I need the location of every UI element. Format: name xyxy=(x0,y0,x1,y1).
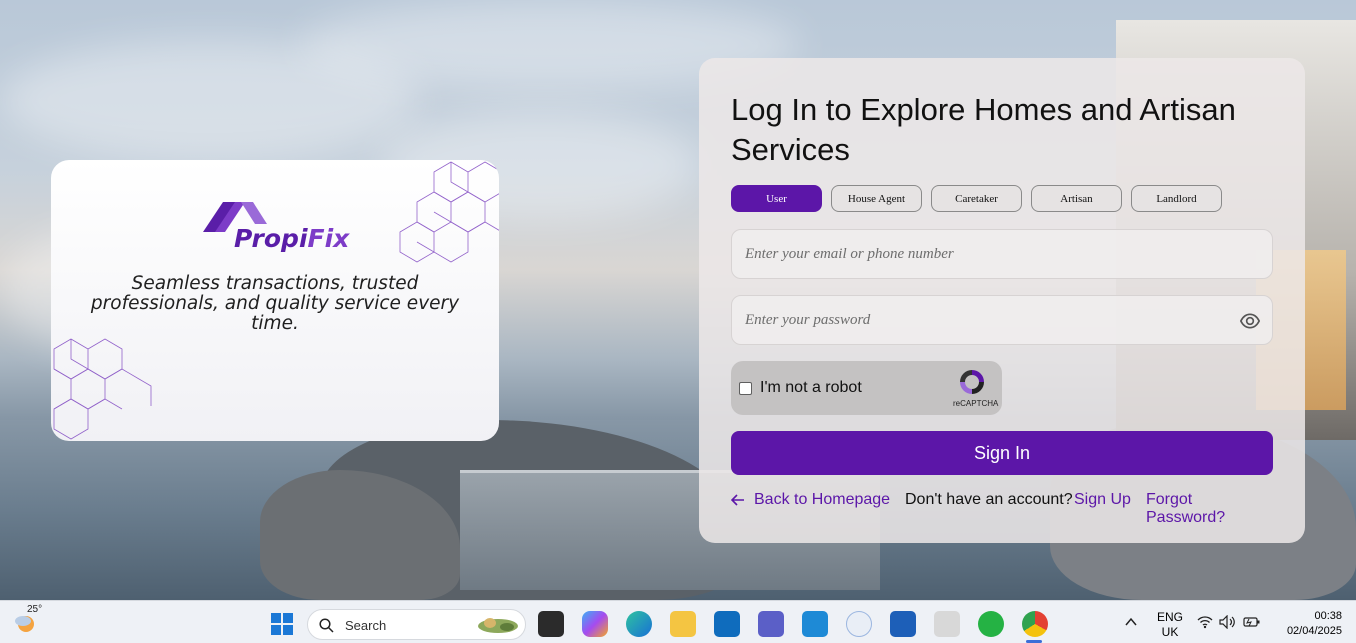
search-label: Search xyxy=(345,618,387,633)
sign-in-button[interactable]: Sign In xyxy=(731,431,1273,475)
chevron-up-icon[interactable] xyxy=(1124,615,1138,629)
search-icon xyxy=(319,618,334,633)
email-field-wrapper xyxy=(731,229,1273,279)
role-selector: User House Agent Caretaker Artisan Landl… xyxy=(731,185,1222,212)
login-footer-links: Back to Homepage Don't have an account? … xyxy=(731,491,1273,526)
email-field[interactable] xyxy=(732,230,1272,278)
login-panel: Log In to Explore Homes and Artisan Serv… xyxy=(699,58,1305,543)
login-title: Log In to Explore Homes and Artisan Serv… xyxy=(731,92,1236,167)
hex-pattern-decoration xyxy=(53,338,152,440)
clock-date: 02/04/2025 xyxy=(1286,625,1342,637)
brand-tagline: Seamless transactions, trusted professio… xyxy=(90,273,460,334)
eye-icon[interactable] xyxy=(1240,311,1260,331)
password-field[interactable] xyxy=(732,296,1272,344)
hex-pattern-decoration xyxy=(399,161,499,263)
captcha-checkbox[interactable] xyxy=(739,382,752,395)
taskbar: 25° Search ENG UK 00:38 02/04/2025 xyxy=(0,600,1356,643)
windows-start-icon[interactable] xyxy=(271,613,293,635)
weather-temperature: 25° xyxy=(27,604,43,615)
role-artisan-button[interactable]: Artisan xyxy=(1031,185,1122,212)
microsoft-store-icon[interactable] xyxy=(890,611,916,637)
role-landlord-button[interactable]: Landlord xyxy=(1131,185,1222,212)
app-installer-icon[interactable] xyxy=(846,611,872,637)
recaptcha-widget: I'm not a robot reCAPTCHA xyxy=(731,361,1002,415)
recaptcha-brand: reCAPTCHA xyxy=(953,399,999,408)
role-house-agent-button[interactable]: House Agent xyxy=(831,185,922,212)
arrow-left-icon xyxy=(731,494,744,506)
back-to-homepage-link[interactable]: Back to Homepage xyxy=(731,491,890,509)
battery-icon[interactable] xyxy=(1243,615,1261,629)
task-view-icon[interactable] xyxy=(538,611,564,637)
recaptcha-icon xyxy=(960,370,984,394)
no-account-text: Don't have an account? xyxy=(905,491,1073,508)
chrome-icon[interactable] xyxy=(1022,611,1048,637)
copilot-icon[interactable] xyxy=(582,611,608,637)
captcha-label: I'm not a robot xyxy=(760,379,862,396)
brand-name: PropiFix xyxy=(234,224,350,253)
vscode-icon[interactable] xyxy=(802,611,828,637)
sign-up-link[interactable]: Sign Up xyxy=(1074,491,1131,509)
back-link-label: Back to Homepage xyxy=(754,491,891,508)
volume-icon[interactable] xyxy=(1219,615,1237,629)
search-highlight-icon xyxy=(478,618,518,633)
role-caretaker-button[interactable]: Caretaker xyxy=(931,185,1022,212)
system-clock[interactable]: 00:38 02/04/2025 xyxy=(1280,609,1342,639)
teams-icon[interactable] xyxy=(758,611,784,637)
edge-icon[interactable] xyxy=(626,611,652,637)
password-field-wrapper xyxy=(731,295,1273,345)
system-tray xyxy=(1197,615,1261,629)
language-region: UK xyxy=(1161,625,1179,639)
whatsapp-icon[interactable] xyxy=(978,611,1004,637)
forgot-password-link[interactable]: Forgot Password? xyxy=(1146,491,1273,527)
taskbar-search[interactable]: Search xyxy=(307,609,526,640)
clock-time: 00:38 xyxy=(1314,610,1342,622)
language-code: ENG xyxy=(1157,610,1184,624)
language-indicator[interactable]: ENG UK xyxy=(1157,610,1183,640)
snipping-tool-icon[interactable] xyxy=(934,611,960,637)
wifi-icon[interactable] xyxy=(1197,615,1213,629)
outlook-icon[interactable] xyxy=(714,611,740,637)
brand-card: PropiFix Seamless transactions, trusted … xyxy=(51,160,499,441)
file-explorer-icon[interactable] xyxy=(670,611,696,637)
role-user-button[interactable]: User xyxy=(731,185,822,212)
